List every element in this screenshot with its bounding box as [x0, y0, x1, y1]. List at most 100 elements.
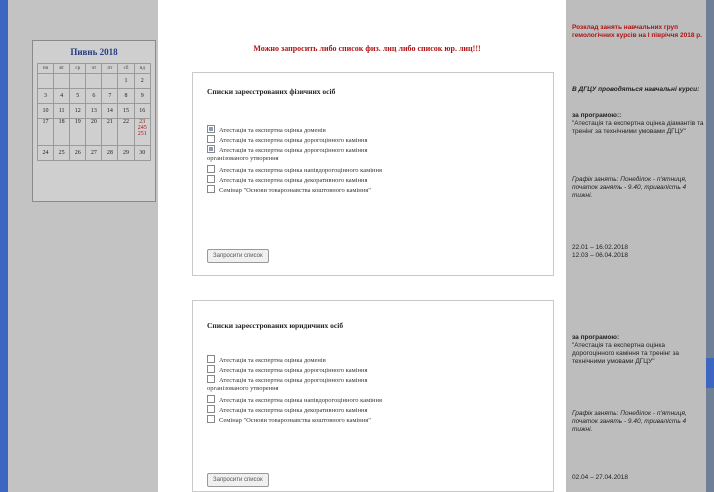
schedule-title[interactable]: Розклад занять навчальних груп гемологіч…: [572, 24, 704, 40]
calendar-day[interactable]: 28: [101, 145, 119, 161]
option-label: Атестація та експертна оцінка декоративн…: [219, 407, 368, 414]
weekday-label: ср: [69, 63, 87, 74]
checkbox[interactable]: [207, 135, 215, 143]
checkbox[interactable]: [207, 175, 215, 183]
option-label: Атестація та експертна оцінка напівдорог…: [219, 397, 382, 404]
program1-text: "Атестація та експертна оцінка діамантів…: [572, 120, 704, 135]
checkbox[interactable]: [207, 415, 215, 423]
weekday-label: нд: [133, 63, 152, 74]
calendar-day[interactable]: 27: [85, 145, 103, 161]
calendar-day[interactable]: 26: [69, 145, 87, 161]
individuals-option[interactable]: Атестація та експертна оцінка декоративн…: [207, 175, 543, 185]
checkbox[interactable]: [207, 365, 215, 373]
calendar-day[interactable]: 11: [53, 103, 71, 119]
checkbox[interactable]: [207, 125, 215, 133]
calendar-day[interactable]: 21: [101, 118, 119, 146]
calendar-day[interactable]: 20: [85, 118, 103, 146]
calendar-week-row: 1 2: [36, 73, 152, 89]
weekday-label: пн: [36, 63, 55, 74]
legal-option[interactable]: Атестація та експертна оцінка дорогоцінн…: [207, 375, 543, 393]
calendar-day[interactable]: 15: [117, 103, 135, 119]
option-label: Атестація та експертна оцінка доменів: [219, 357, 326, 364]
calendar-day[interactable]: 30: [133, 145, 152, 161]
option-label: Атестація та експертна оцінка доменів: [219, 127, 326, 134]
calendar-day[interactable]: 3: [36, 88, 55, 104]
checkbox[interactable]: [207, 185, 215, 193]
calendar-day[interactable]: 24: [36, 145, 55, 161]
individuals-option[interactable]: Атестація та експертна оцінка дорогоцінн…: [207, 145, 543, 163]
program2-dates: 02.04 – 27.04.2018: [572, 474, 629, 481]
program2-text: "Атестація та експертна оцінка дорогоцін…: [572, 342, 680, 365]
legal-option[interactable]: Семінар "Основи товарознавства коштовног…: [207, 415, 543, 425]
legal-option[interactable]: Атестація та експертна оцінка доменів: [207, 355, 543, 365]
calendar-widget: Пивнь 2018 пн вт ср чт пт сб нд 1 2 3 4 …: [32, 40, 156, 202]
calendar-day[interactable]: 17: [36, 118, 55, 146]
page-headline: Можно запросить либо список физ. лиц либ…: [253, 44, 481, 53]
weekday-label: пт: [101, 63, 119, 74]
calendar-day[interactable]: 5: [69, 88, 87, 104]
checkbox[interactable]: [207, 375, 215, 383]
legal-option[interactable]: Атестація та експертна оцінка декоративн…: [207, 405, 543, 415]
calendar-day[interactable]: 29: [117, 145, 135, 161]
calendar-day[interactable]: 6: [85, 88, 103, 104]
individuals-option[interactable]: Семінар "Основи товарознавства коштовног…: [207, 185, 543, 195]
checkbox[interactable]: [207, 395, 215, 403]
option-label-continued: організованого утворення: [207, 385, 279, 392]
weekday-label: вт: [53, 63, 71, 74]
courses-intro: В ДГЦУ проводяться навчальні курси:: [572, 86, 700, 93]
checkbox[interactable]: [207, 355, 215, 363]
calendar-day: [85, 73, 103, 89]
program1-dates: 22.01 – 16.02.2018 12.03 – 06.04.2018: [572, 244, 629, 259]
calendar-week-row: 24 25 26 27 28 29 30: [36, 145, 152, 161]
calendar-day[interactable]: 22: [117, 118, 135, 146]
legal-option[interactable]: Атестація та експертна оцінка дорогоцінн…: [207, 365, 543, 375]
calendar-day[interactable]: 8: [117, 88, 135, 104]
request-list-button[interactable]: Запросити список: [207, 473, 269, 487]
calendar-day[interactable]: 9: [133, 88, 152, 104]
calendar-week-row: 17 18 19 20 21 22 23 245 251: [36, 118, 152, 146]
calendar-day-highlighted[interactable]: 23 245 251: [133, 118, 152, 146]
legal-option[interactable]: Атестація та експертна оцінка напівдорог…: [207, 395, 543, 405]
checkbox[interactable]: [207, 145, 215, 153]
option-label-continued: організованого утворення: [207, 155, 279, 162]
legal-entities-title: Списки зареєстрованих юридичних осіб: [207, 321, 344, 330]
program2-label: за програмою:: [572, 334, 620, 341]
calendar-day[interactable]: 2: [133, 73, 152, 89]
calendar-day[interactable]: 14: [101, 103, 119, 119]
left-sidebar: Пивнь 2018 пн вт ср чт пт сб нд 1 2 3 4 …: [8, 0, 158, 492]
individuals-option[interactable]: Атестація та експертна оцінка доменів: [207, 125, 543, 135]
individuals-option[interactable]: Атестація та експертна оцінка дорогоцінн…: [207, 135, 543, 145]
program1-schedule: Графік занять: Понеділок - п'ятниця, поч…: [572, 176, 687, 199]
calendar-grid: пн вт ср чт пт сб нд 1 2 3 4 5 6 7 8 9 1…: [36, 63, 152, 161]
weekday-label: сб: [117, 63, 135, 74]
legal-entities-form: Списки зареєстрованих юридичних осіб Ате…: [192, 300, 554, 492]
calendar-day[interactable]: 12: [69, 103, 87, 119]
option-label: Семінар "Основи товарознавства коштовног…: [219, 187, 371, 194]
program2-schedule: Графік занять: Понеділок - п'ятниця, поч…: [572, 410, 687, 433]
option-label: Семінар "Основи товарознавства коштовног…: [219, 417, 371, 424]
calendar-day[interactable]: 19: [69, 118, 87, 146]
calendar-day[interactable]: 18: [53, 118, 71, 146]
calendar-day[interactable]: 13: [85, 103, 103, 119]
calendar-day[interactable]: 7: [101, 88, 119, 104]
individuals-title: Списки зареєстрованих фізичних осіб: [207, 87, 336, 96]
calendar-day[interactable]: 16: [133, 103, 152, 119]
calendar-day: [69, 73, 87, 89]
checkbox[interactable]: [207, 165, 215, 173]
calendar-day[interactable]: 25: [53, 145, 71, 161]
calendar-day[interactable]: 1: [117, 73, 135, 89]
calendar-week-row: 10 11 12 13 14 15 16: [36, 103, 152, 119]
calendar-day[interactable]: 4: [53, 88, 71, 104]
right-sidebar: Розклад занять навчальних груп гемологіч…: [566, 0, 706, 492]
calendar-week-row: 3 4 5 6 7 8 9: [36, 88, 152, 104]
individuals-form: Списки зареєстрованих фізичних осіб Атес…: [192, 72, 554, 276]
calendar-title: Пивнь 2018: [70, 47, 118, 57]
checkbox[interactable]: [207, 405, 215, 413]
scrollbar-thumb[interactable]: [706, 358, 714, 388]
window-frame-left: [0, 0, 8, 492]
individuals-option[interactable]: Атестація та експертна оцінка напівдорог…: [207, 165, 543, 175]
option-label: Атестація та експертна оцінка декоративн…: [219, 177, 368, 184]
request-list-button[interactable]: Запросити список: [207, 249, 269, 263]
calendar-day[interactable]: 10: [36, 103, 55, 119]
main-content: Можно запросить либо список физ. лиц либ…: [158, 0, 566, 492]
